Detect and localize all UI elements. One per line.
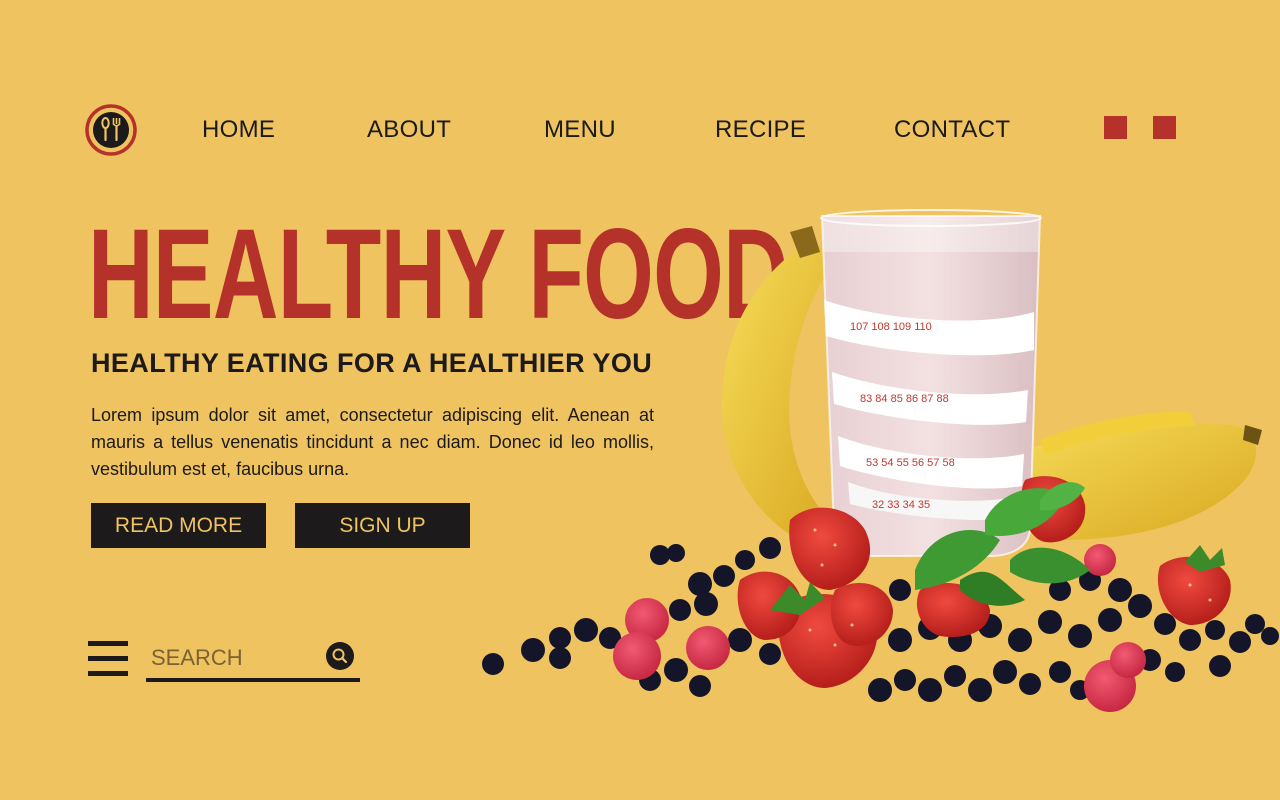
search-bar [146,638,360,682]
square-button-2[interactable] [1153,116,1176,139]
svg-text:53 54 55 56 57 58: 53 54 55 56 57 58 [866,457,955,469]
svg-text:83 84 85 86 87 88: 83 84 85 86 87 88 [860,393,949,405]
nav-contact-link[interactable]: CONTACT [894,116,1010,144]
hamburger-menu-icon[interactable] [88,641,128,677]
nav-home-link[interactable]: HOME [202,116,275,144]
main-navigation: HOME ABOUT MENU RECIPE CONTACT [0,116,1280,146]
nav-menu-link[interactable]: MENU [544,116,616,144]
square-button-1[interactable] [1104,116,1127,139]
read-more-button[interactable]: READ MORE [91,503,266,548]
svg-text:32 33 34 35: 32 33 34 35 [872,499,930,511]
sign-up-button[interactable]: SIGN UP [295,503,470,548]
search-input[interactable] [151,642,321,674]
search-icon[interactable] [326,642,354,670]
nav-recipe-link[interactable]: RECIPE [715,116,806,144]
nav-about-link[interactable]: ABOUT [367,116,451,144]
smoothie-fruit-image: 107 108 109 110 83 84 85 86 87 88 53 54 … [470,200,1280,730]
svg-text:107 108 109 110: 107 108 109 110 [850,321,932,333]
